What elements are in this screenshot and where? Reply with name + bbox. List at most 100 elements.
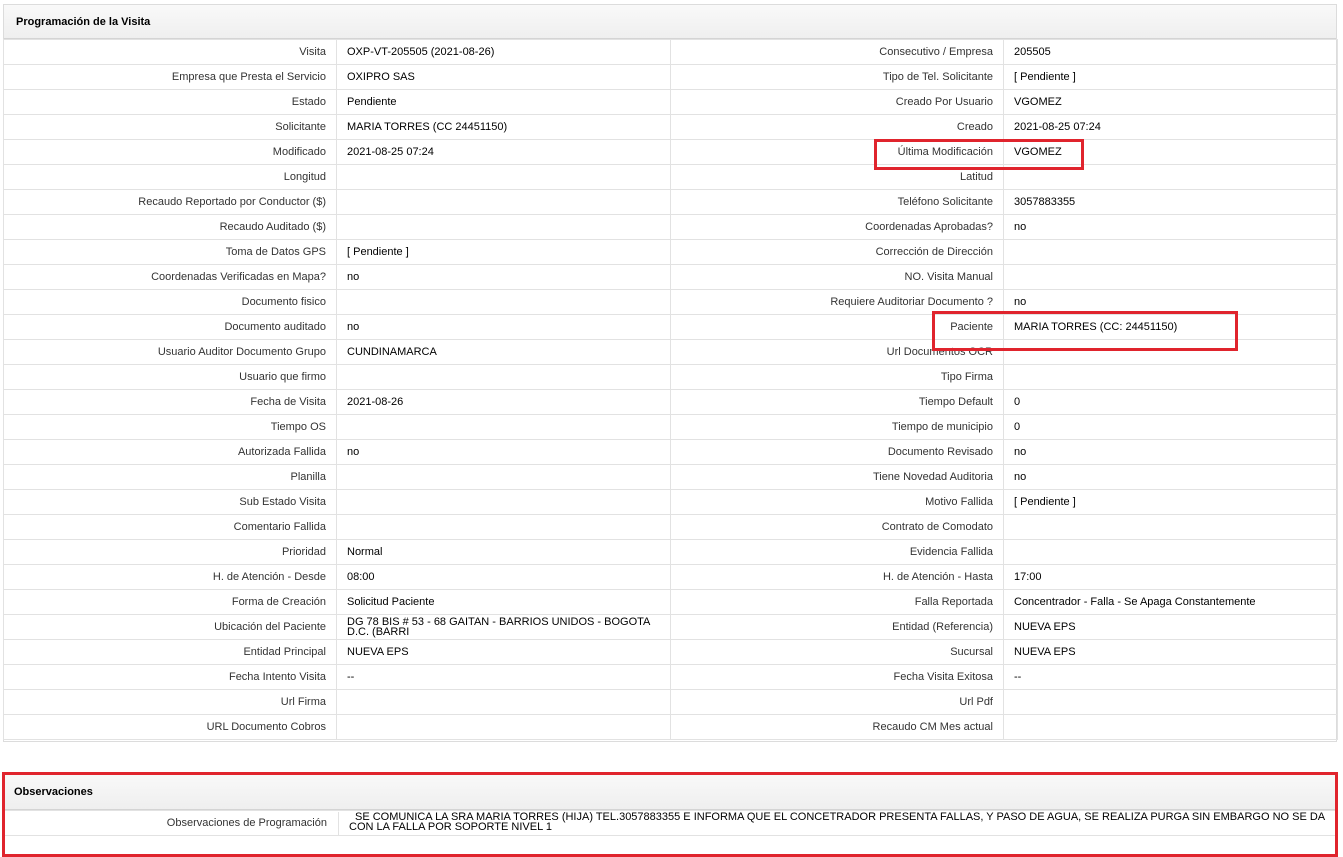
table-row: Fecha de Visita 2021-08-26 Tiempo Default 0	[3, 389, 1338, 415]
field-label: Creado Por Usuario	[670, 89, 1004, 115]
table-row: Entidad Principal NUEVA EPS Sucursal NUEVA …	[3, 639, 1338, 665]
observaciones-row: Observaciones de Programación SE COMUNIC…	[4, 810, 1338, 836]
field-label: Fecha Intento Visita	[3, 664, 337, 690]
field-value: 3057883355	[1003, 189, 1338, 215]
field-value	[336, 464, 671, 490]
field-value: Solicitud Paciente	[336, 589, 671, 615]
field-label: Url Documentos OCR	[670, 339, 1004, 365]
field-value: Normal	[336, 539, 671, 565]
field-label: Creado	[670, 114, 1004, 140]
field-label: Corrección de Dirección	[670, 239, 1004, 265]
field-value	[1003, 164, 1338, 190]
field-value: NUEVA EPS	[1003, 614, 1338, 640]
field-label: Recaudo Reportado por Conductor ($)	[3, 189, 337, 215]
field-value: MARIA TORRES (CC: 24451150)	[1003, 314, 1338, 340]
field-value: CUNDINAMARCA	[336, 339, 671, 365]
field-label: Toma de Datos GPS	[3, 239, 337, 265]
field-label: Sucursal	[670, 639, 1004, 665]
field-label: Longitud	[3, 164, 337, 190]
table-row: Url Firma Url Pdf	[3, 689, 1338, 715]
field-value: no	[1003, 439, 1338, 465]
field-value: [ Pendiente ]	[336, 239, 671, 265]
field-value	[336, 414, 671, 440]
table-row: Comentario Fallida Contrato de Comodato	[3, 514, 1338, 540]
table-row: Tiempo OS Tiempo de municipio 0	[3, 414, 1338, 440]
field-value: 08:00	[336, 564, 671, 590]
field-value	[336, 514, 671, 540]
field-value: NUEVA EPS	[336, 639, 671, 665]
field-value	[1003, 264, 1338, 290]
field-value: Pendiente	[336, 89, 671, 115]
field-value: VGOMEZ	[1003, 139, 1338, 165]
field-label: Recaudo Auditado ($)	[3, 214, 337, 240]
field-label: Solicitante	[3, 114, 337, 140]
field-value	[336, 714, 671, 740]
field-label: Usuario Auditor Documento Grupo	[3, 339, 337, 365]
table-row: Longitud Latitud	[3, 164, 1338, 190]
field-value: 2021-08-25 07:24	[336, 139, 671, 165]
field-label: Teléfono Solicitante	[670, 189, 1004, 215]
observaciones-value: SE COMUNICA LA SRA MARIA TORRES (HIJA) T…	[338, 812, 1336, 836]
observaciones-text: SE COMUNICA LA SRA MARIA TORRES (HIJA) T…	[349, 811, 1325, 833]
table-row: Empresa que Presta el Servicio OXIPRO SAS…	[3, 64, 1338, 90]
field-label: Coordenadas Aprobadas?	[670, 214, 1004, 240]
field-label: Forma de Creación	[3, 589, 337, 615]
field-label: Modificado	[3, 139, 337, 165]
field-value: Concentrador - Falla - Se Apaga Constant…	[1003, 589, 1338, 615]
field-value	[336, 489, 671, 515]
table-row: Fecha Intento Visita -- Fecha Visita Exito…	[3, 664, 1338, 690]
table-row: Usuario que firmo Tipo Firma	[3, 364, 1338, 390]
field-value: no	[1003, 214, 1338, 240]
field-label: Planilla	[3, 464, 337, 490]
field-label: Coordenadas Verificadas en Mapa?	[3, 264, 337, 290]
observaciones-label: Observaciones de Programación	[166, 817, 327, 829]
table-row: Documento fisico Requiere Auditoriar Docu…	[3, 289, 1338, 315]
field-label: Tipo Firma	[670, 364, 1004, 390]
field-label: Documento fisico	[3, 289, 337, 315]
field-label: Documento auditado	[3, 314, 337, 340]
field-value	[1003, 514, 1338, 540]
field-label: Ubicación del Paciente	[3, 614, 337, 640]
table-row: Sub Estado Visita Motivo Fallida[ Pendien…	[3, 489, 1338, 515]
field-value: 0	[1003, 389, 1338, 415]
field-label: Tiempo Default	[670, 389, 1004, 415]
field-value: no	[336, 314, 671, 340]
field-value: [ Pendiente ]	[1003, 64, 1338, 90]
field-value	[336, 164, 671, 190]
field-value: no	[1003, 464, 1338, 490]
field-value: 2021-08-25 07:24	[1003, 114, 1338, 140]
field-label: Latitud	[670, 164, 1004, 190]
field-label: Recaudo CM Mes actual	[670, 714, 1004, 740]
field-label: Paciente	[670, 314, 1004, 340]
field-label: Tiene Novedad Auditoria	[670, 464, 1004, 490]
field-value: 205505	[1003, 39, 1338, 65]
field-label: Visita	[3, 39, 337, 65]
observaciones-title: Observaciones	[4, 774, 1336, 810]
field-label: Contrato de Comodato	[670, 514, 1004, 540]
field-label: Requiere Auditoriar Documento ?	[670, 289, 1004, 315]
field-label: URL Documento Cobros	[3, 714, 337, 740]
field-value	[336, 364, 671, 390]
table-row: Solicitante MARIA TORRES (CC 24451150) Cre…	[3, 114, 1338, 140]
field-value	[336, 689, 671, 715]
field-label: Sub Estado Visita	[3, 489, 337, 515]
field-value: --	[336, 664, 671, 690]
field-value	[1003, 714, 1338, 740]
field-label: H. de Atención - Hasta	[670, 564, 1004, 590]
table-row: Planilla Tiene Novedad Auditoria no	[3, 464, 1338, 490]
field-value: 17:00	[1003, 564, 1338, 590]
field-label: Empresa que Presta el Servicio	[3, 64, 337, 90]
field-label: Usuario que firmo	[3, 364, 337, 390]
table-row: Usuario Auditor Documento Grupo CUNDINAMA…	[3, 339, 1338, 365]
field-value	[1003, 689, 1338, 715]
field-label: Última Modificación	[670, 139, 1004, 165]
field-value	[336, 289, 671, 315]
table-row: Forma de Creación Solicitud Paciente Falla…	[3, 589, 1338, 615]
field-value	[1003, 239, 1338, 265]
field-label: Tipo de Tel. Solicitante	[670, 64, 1004, 90]
field-label: Entidad (Referencia)	[670, 614, 1004, 640]
field-label: Estado	[3, 89, 337, 115]
field-label: H. de Atención - Desde	[3, 564, 337, 590]
field-label: Tiempo de municipio	[670, 414, 1004, 440]
table-row: Recaudo Auditado ($) Coordenadas Aprobada…	[3, 214, 1338, 240]
